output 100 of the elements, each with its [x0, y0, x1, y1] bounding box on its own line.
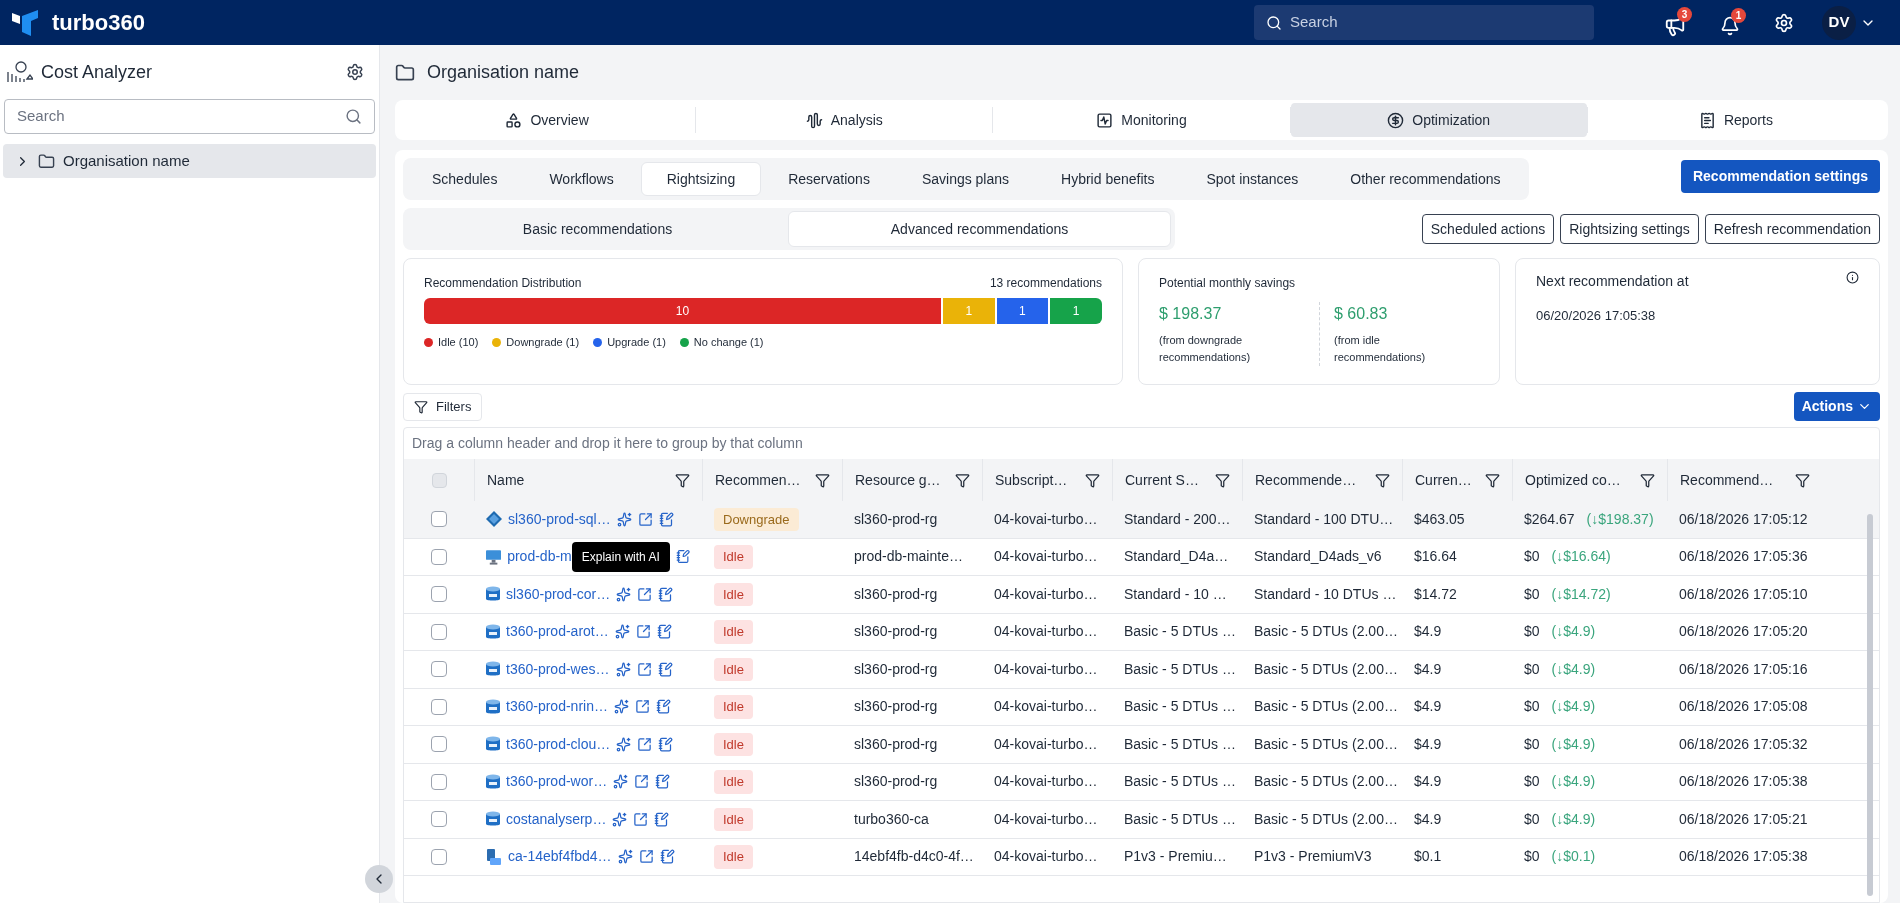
- sub-tab[interactable]: Spot instances: [1181, 162, 1324, 196]
- external-link-icon[interactable]: [634, 774, 650, 790]
- resource-link[interactable]: t360-prod-nrin…: [506, 696, 608, 718]
- sparkle-icon[interactable]: [617, 849, 633, 865]
- notes-icon[interactable]: [658, 586, 674, 602]
- action-button[interactable]: Scheduled actions: [1421, 214, 1555, 244]
- notes-icon[interactable]: [659, 849, 675, 865]
- resource-link[interactable]: costanalyserp…: [506, 808, 607, 830]
- notes-icon[interactable]: [658, 736, 674, 752]
- filter-icon[interactable]: [1375, 472, 1390, 488]
- notes-icon[interactable]: [675, 549, 690, 565]
- sparkle-icon[interactable]: [615, 661, 631, 677]
- sub-tab[interactable]: Schedules: [407, 162, 523, 196]
- resource-link[interactable]: ca-14ebf4fbd4…: [508, 846, 612, 868]
- search-field[interactable]: Search: [4, 99, 375, 134]
- announcements-button[interactable]: 3: [1664, 6, 1692, 39]
- actions-button[interactable]: Actions: [1793, 392, 1880, 421]
- row-checkbox[interactable]: [431, 661, 447, 678]
- search-input[interactable]: Search: [1290, 11, 1582, 34]
- notes-icon[interactable]: [655, 774, 671, 790]
- row-checkbox[interactable]: [431, 773, 447, 790]
- recommendation-settings-button[interactable]: Recommendation settings: [1680, 160, 1880, 193]
- dollar-icon: [1387, 111, 1405, 129]
- sparkle-icon[interactable]: [613, 774, 629, 790]
- notifications-button[interactable]: 1: [1720, 7, 1746, 38]
- sparkle-icon[interactable]: [616, 511, 632, 527]
- row-checkbox[interactable]: [431, 848, 447, 865]
- external-link-icon[interactable]: [633, 811, 649, 827]
- sub-tab[interactable]: Workflows: [524, 162, 639, 196]
- action-button[interactable]: Refresh recommendation: [1704, 214, 1880, 244]
- tree-item[interactable]: Organisation name: [3, 144, 376, 178]
- sparkle-icon[interactable]: [614, 624, 630, 640]
- sparkle-icon[interactable]: [616, 736, 632, 752]
- action-button[interactable]: Rightsizing settings: [1560, 214, 1699, 244]
- resource-link[interactable]: sl360-prod-cor…: [506, 583, 611, 605]
- mode-tab[interactable]: Advanced recommendations: [788, 211, 1171, 247]
- sub-tab[interactable]: Reservations: [763, 162, 895, 196]
- row-checkbox[interactable]: [431, 811, 447, 828]
- row-checkbox[interactable]: [431, 511, 447, 528]
- scrollbar[interactable]: [1867, 514, 1873, 896]
- notes-icon[interactable]: [657, 661, 673, 677]
- external-link-icon[interactable]: [634, 699, 650, 715]
- filter-icon[interactable]: [1085, 472, 1100, 488]
- resource-link[interactable]: t360-prod-wor…: [506, 771, 608, 793]
- external-link-icon[interactable]: [637, 586, 653, 602]
- mode-tab[interactable]: Basic recommendations: [407, 211, 788, 247]
- resource-link[interactable]: t360-prod-wes…: [506, 658, 610, 680]
- row-checkbox[interactable]: [431, 548, 447, 565]
- table-row[interactable]: sl360-prod-sql… Downgrade sl360-prod-rg 04-kovai-turbo… Standard - 200… Standard - 100 DTU… $463.05 $264.67 (↓$198.37) 06/18/2026 17:05:12: [404, 501, 1879, 539]
- optimized-cost: $0: [1524, 772, 1540, 792]
- filter-icon[interactable]: [1215, 472, 1230, 488]
- resource-link[interactable]: prod-db-m: [507, 546, 572, 568]
- external-link-icon[interactable]: [635, 624, 651, 640]
- resource-link[interactable]: sl360-prod-sql…: [508, 508, 611, 530]
- filter-icon[interactable]: [675, 472, 690, 488]
- table-cell-text: 04-kovai-turbo…: [993, 584, 1099, 604]
- main-tab[interactable]: Optimization: [1290, 103, 1587, 137]
- card-title: Recommendation Distribution: [424, 275, 582, 292]
- main-tab[interactable]: Analysis: [696, 103, 993, 137]
- external-link-icon[interactable]: [638, 849, 654, 865]
- row-checkbox[interactable]: [431, 736, 447, 753]
- filters-button[interactable]: Filters: [403, 392, 483, 421]
- search-field[interactable]: Search: [1254, 5, 1594, 40]
- table-cell-text: 06/18/2026 17:05:36: [1678, 547, 1809, 567]
- sparkle-icon[interactable]: [613, 699, 629, 715]
- resource-link[interactable]: t360-prod-arot…: [506, 621, 609, 643]
- notes-icon[interactable]: [655, 699, 671, 715]
- external-link-icon[interactable]: [637, 736, 653, 752]
- sparkle-icon[interactable]: [612, 811, 628, 827]
- sub-tab[interactable]: Hybrid benefits: [1036, 162, 1180, 196]
- sparkle-icon[interactable]: [616, 586, 632, 602]
- sub-tab[interactable]: Savings plans: [896, 162, 1035, 196]
- table-cell-text: 04-kovai-turbo…: [993, 547, 1099, 567]
- collapse-button[interactable]: [365, 865, 393, 893]
- notes-icon[interactable]: [656, 624, 672, 640]
- table-cell-text: $4.9: [1413, 622, 1443, 642]
- filter-icon[interactable]: [955, 472, 970, 488]
- filter-icon[interactable]: [1640, 472, 1655, 488]
- row-checkbox[interactable]: [431, 698, 447, 715]
- sub-tab[interactable]: Rightsizing: [640, 162, 762, 196]
- main-tab[interactable]: Reports: [1587, 103, 1884, 137]
- settings-icon[interactable]: [346, 63, 364, 81]
- filter-icon[interactable]: [1795, 472, 1810, 488]
- search-input[interactable]: Search: [17, 105, 345, 128]
- select-all-checkbox[interactable]: [431, 472, 447, 488]
- main-tab[interactable]: Overview: [399, 103, 696, 137]
- saving-amount: (↓$4.9): [1551, 734, 1596, 754]
- external-link-icon[interactable]: [637, 511, 653, 527]
- row-checkbox[interactable]: [431, 623, 447, 640]
- notes-icon[interactable]: [658, 511, 674, 527]
- info-icon[interactable]: [1846, 271, 1859, 284]
- filter-icon[interactable]: [1485, 472, 1500, 488]
- resource-link[interactable]: t360-prod-clou…: [506, 733, 611, 755]
- filter-icon[interactable]: [815, 472, 830, 488]
- external-link-icon[interactable]: [636, 661, 652, 677]
- main-tab[interactable]: Monitoring: [993, 103, 1290, 137]
- row-checkbox[interactable]: [431, 586, 447, 603]
- table-cell-text: Standard_D4ads_v6: [1253, 547, 1383, 567]
- sub-tab[interactable]: Other recommendations: [1325, 162, 1526, 196]
- notes-icon[interactable]: [654, 811, 670, 827]
